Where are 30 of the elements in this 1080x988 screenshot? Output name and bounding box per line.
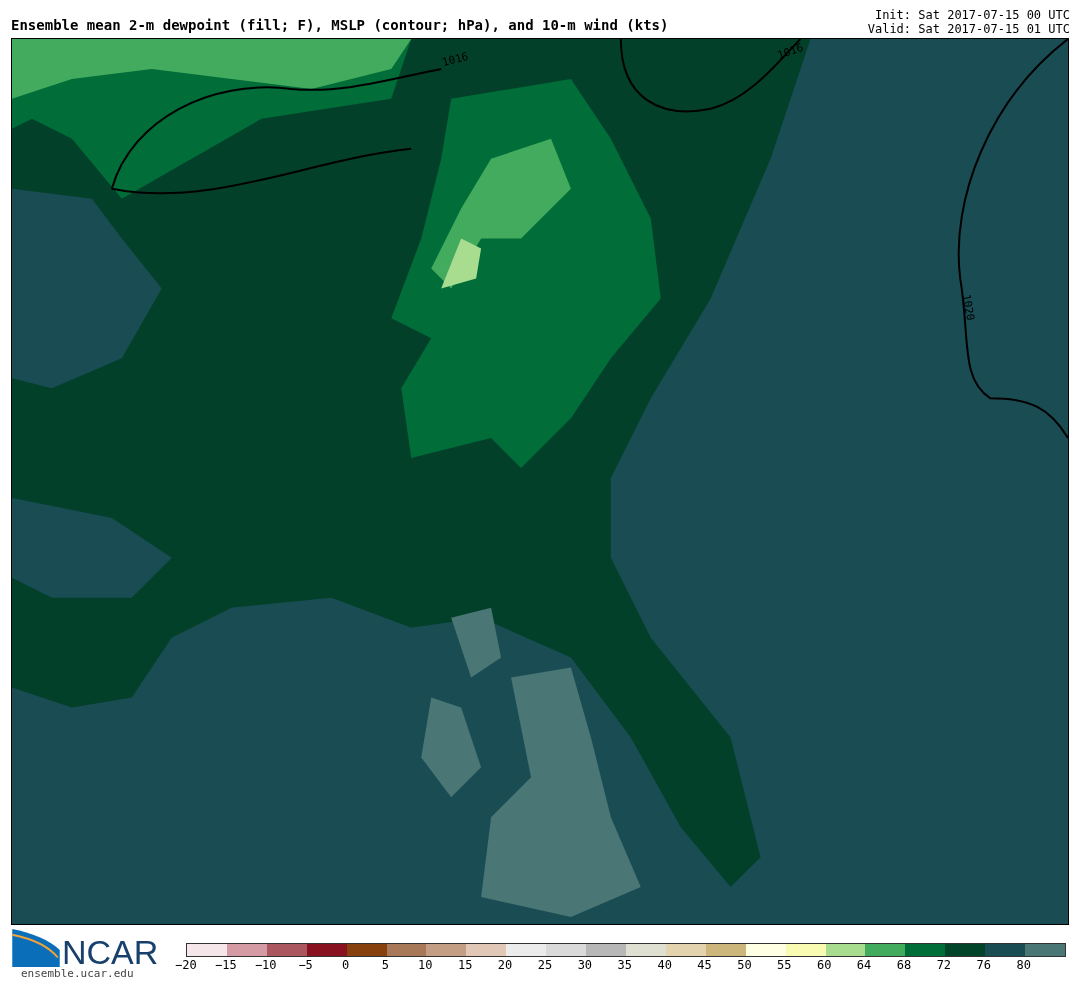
- colorbar-label: 30: [576, 957, 594, 973]
- colorbar-label: 35: [616, 957, 633, 973]
- chart-title: Ensemble mean 2-m dewpoint (fill; F), MSLP (contour; hPa), and 10-m wind (kts): [11, 17, 669, 35]
- colorbar-label: −10: [253, 957, 278, 973]
- colorbar-label: 50: [736, 957, 753, 973]
- colorbar-label: 72: [935, 957, 953, 973]
- colorbar-label: 10: [417, 957, 434, 973]
- website-url: ensemble.ucar.edu: [21, 967, 135, 980]
- colorbar-label: 55: [776, 957, 793, 973]
- colorbar-label: −15: [214, 957, 238, 973]
- colorbar-label: 25: [536, 957, 554, 973]
- colorbar-label: 68: [895, 957, 913, 973]
- logo-icon: [11, 929, 61, 967]
- colorbar-label: −20: [174, 957, 198, 973]
- colorbar-label: 76: [975, 957, 992, 973]
- colorbar-label: 45: [696, 957, 713, 973]
- contour-label: 1016: [440, 49, 470, 70]
- colorbar-label: 15: [456, 957, 474, 973]
- colorbar-label: 20: [496, 957, 514, 973]
- colorbar-label: 0: [340, 957, 351, 973]
- valid-time: Valid: Sat 2017-07-15 01 UTC: [867, 22, 1070, 36]
- colorbar-label: 60: [815, 957, 833, 973]
- colorbar-label: 64: [855, 957, 873, 973]
- colorbar-label: −5: [297, 957, 314, 973]
- init-time: Init: Sat 2017-07-15 00 UTC: [874, 8, 1070, 22]
- colorbar-label: 80: [1015, 957, 1032, 973]
- colorbar-label: 5: [380, 957, 390, 973]
- contour-label: 1020: [959, 293, 977, 322]
- colorbar-label: 40: [656, 957, 673, 973]
- logo-text: NCAR: [62, 937, 159, 967]
